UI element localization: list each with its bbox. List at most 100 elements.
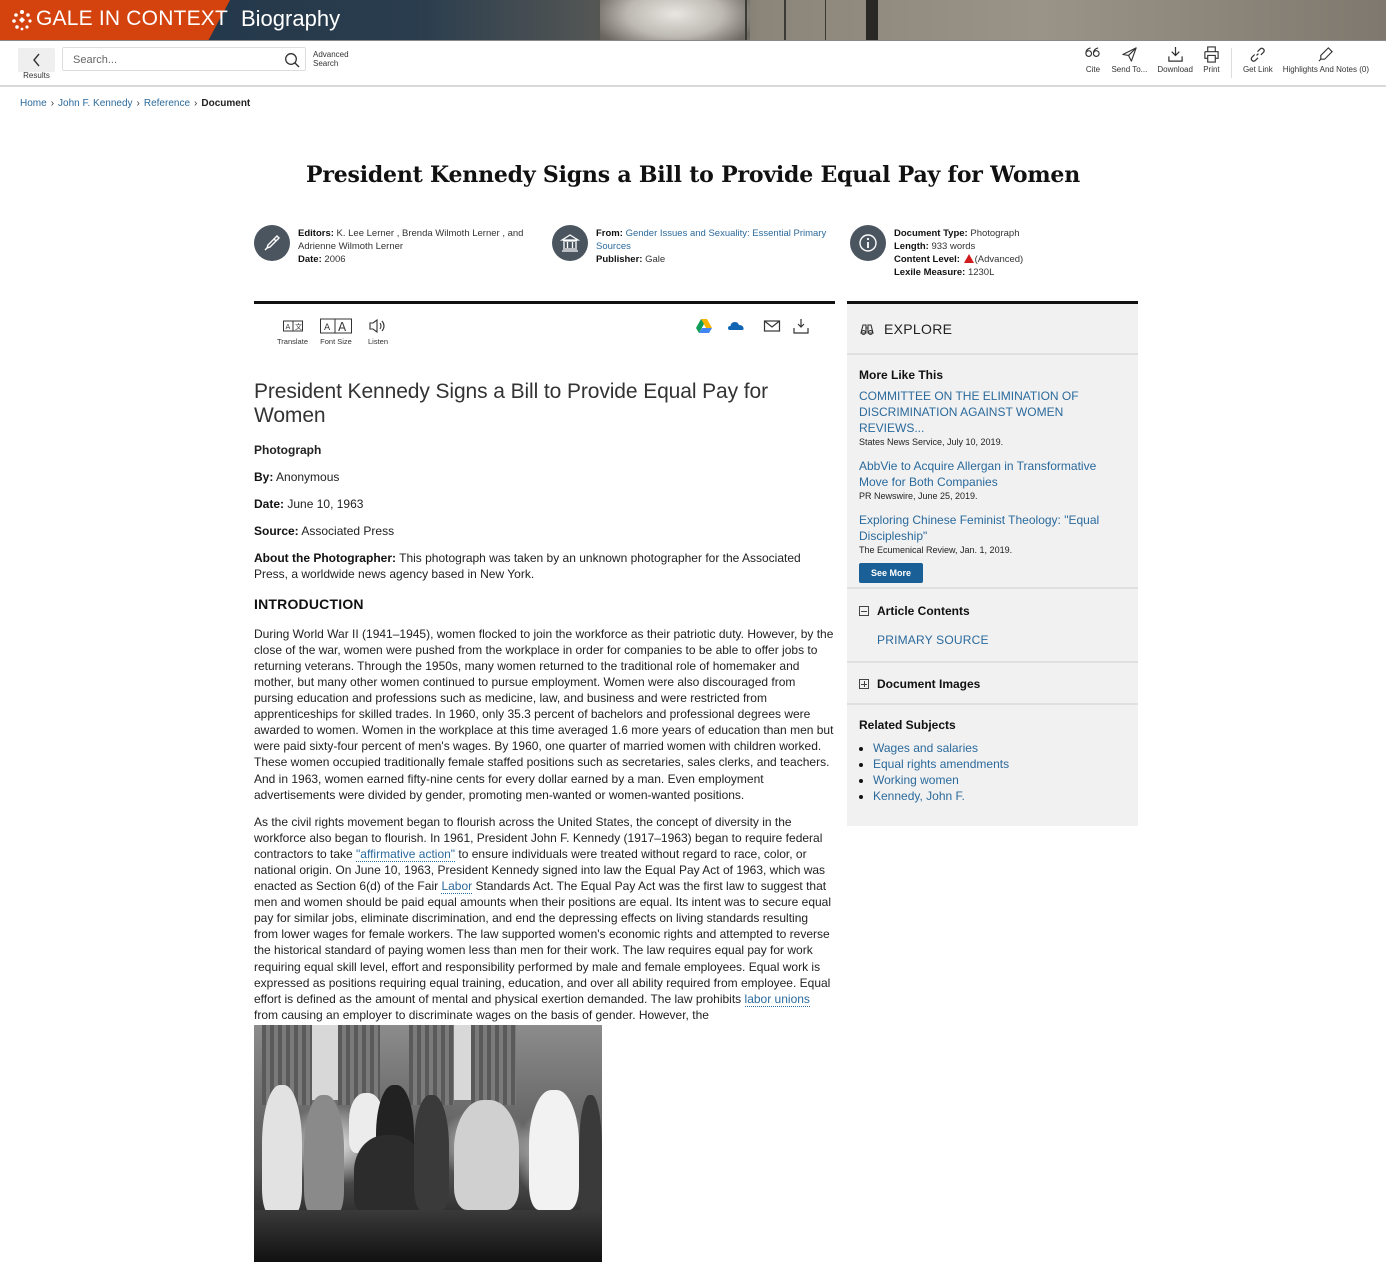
banner-pillar (784, 0, 786, 41)
breadcrumb-john-f-kennedy[interactable]: John F. Kennedy (58, 98, 133, 109)
breadcrumb-reference[interactable]: Reference (144, 98, 190, 109)
expand-icon[interactable] (859, 679, 869, 689)
search-input[interactable] (73, 51, 273, 68)
banner-pillar (825, 0, 826, 41)
listen-label: Listen (368, 337, 389, 346)
article-contents-heading[interactable]: Article Contents (877, 604, 970, 618)
section-name[interactable]: Biography (241, 6, 340, 32)
related-article-link[interactable]: Exploring Chinese Feminist Theology: "Eq… (859, 512, 1126, 544)
more-like-this-heading: More Like This (859, 368, 944, 382)
cite-button[interactable]: Cite (1079, 46, 1106, 74)
search-icon[interactable] (284, 52, 300, 68)
subject-item: Wages and salaries (873, 740, 1126, 756)
download-document-button[interactable] (792, 318, 810, 339)
send-to-label: Send To... (1111, 65, 1148, 74)
pen-icon (254, 225, 290, 261)
breadcrumb-home[interactable]: Home (20, 98, 47, 109)
collapse-icon[interactable] (859, 606, 869, 616)
advanced-search-link[interactable]: Advanced Search (313, 50, 358, 68)
binoculars-icon (860, 323, 874, 335)
brand-name[interactable]: GALE IN CONTEXT (36, 7, 228, 31)
translate-label: Translate (277, 337, 308, 346)
document-images: Document Images (847, 663, 1138, 705)
glossary-link-labor-unions[interactable]: labor unions (744, 991, 810, 1007)
from-line: From: Gender Issues and Sexuality: Essen… (596, 228, 827, 252)
photo-detail (471, 1024, 516, 1105)
email-button[interactable] (763, 318, 781, 339)
get-link-button[interactable]: Get Link (1238, 46, 1278, 74)
length-line: Length: 933 words (894, 241, 976, 252)
svg-text:A: A (285, 323, 290, 331)
subject-link[interactable]: Working women (873, 773, 959, 787)
highlights-notes-button[interactable]: Highlights And Notes (0) (1278, 46, 1374, 74)
meta-document-info: Document Type: Photograph Length: 933 wo… (850, 225, 1140, 279)
download-icon (1167, 46, 1183, 62)
article-contents: Article Contents PRIMARY SOURCE (847, 589, 1138, 663)
listen-button[interactable]: Listen (368, 318, 388, 346)
institution-icon (552, 225, 588, 261)
print-icon (1204, 46, 1219, 63)
photo-detail (414, 1094, 449, 1210)
chevron-right-icon: › (50, 98, 55, 109)
related-article: AbbVie to Acquire Allergan in Transforma… (859, 458, 1126, 501)
subject-link[interactable]: Wages and salaries (873, 741, 978, 755)
introduction-heading: INTRODUCTION (254, 595, 364, 612)
meta-editors: Editors: K. Lee Lerner , Brenda Wilmoth … (254, 225, 544, 266)
font-size-label: Font Size (320, 337, 352, 346)
gale-logo-icon[interactable] (11, 9, 33, 31)
print-button[interactable]: Print (1198, 46, 1225, 74)
doc-type-value: Photograph (970, 228, 1020, 239)
page-title: President Kennedy Signs a Bill to Provid… (305, 162, 1081, 188)
chevron-left-icon (32, 53, 40, 67)
back-to-results-button[interactable] (18, 48, 55, 72)
translate-button[interactable]: A文 Translate (277, 318, 308, 346)
translate-icon: A文 (282, 320, 303, 332)
related-article-link[interactable]: COMMITTEE ON THE ELIMINATION OF DISCRIMI… (859, 388, 1126, 436)
source-collection-link[interactable]: Gender Issues and Sexuality: Essential P… (596, 228, 826, 252)
subject-link[interactable]: Equal rights amendments (873, 757, 1009, 771)
quote-icon (1085, 47, 1101, 57)
length-value: 933 words (931, 241, 976, 252)
see-more-button[interactable]: See More (859, 563, 924, 583)
related-article: COMMITTEE ON THE ELIMINATION OF DISCRIMI… (859, 388, 1126, 447)
glossary-link-labor[interactable]: Labor (441, 879, 473, 895)
author-value: Anonymous (276, 470, 340, 485)
explore-title: EXPLORE (884, 320, 953, 337)
font-size-icon: AA (320, 318, 352, 334)
link-icon (1251, 47, 1266, 62)
explore-sidebar: EXPLORE More Like This COMMITTEE ON THE … (847, 301, 1138, 826)
google-drive-icon (696, 319, 712, 333)
article-date-value: June 10, 1963 (287, 497, 364, 512)
date-line: Date: 2006 (298, 254, 346, 265)
article-title: President Kennedy Signs a Bill to Provid… (254, 380, 768, 427)
onedrive-button[interactable] (727, 318, 745, 339)
publisher-line: Publisher: Gale (596, 254, 666, 265)
info-icon (850, 225, 886, 261)
photo-detail (304, 1094, 344, 1215)
back-label[interactable]: Results (18, 71, 55, 80)
document-images-heading[interactable]: Document Images (877, 677, 980, 691)
download-icon (793, 319, 809, 334)
related-article: Exploring Chinese Feminist Theology: "Eq… (859, 512, 1126, 555)
subject-link[interactable]: Kennedy, John F. (873, 789, 965, 803)
send-icon (1122, 47, 1137, 62)
download-button[interactable]: Download (1152, 46, 1198, 74)
glossary-link-affirmative-action[interactable]: "affirmative action" (356, 846, 456, 862)
onedrive-icon (728, 322, 744, 330)
get-link-label: Get Link (1242, 65, 1273, 74)
byline: By: Anonymous (254, 470, 340, 485)
intro-paragraph-2: As the civil rights movement began to fl… (254, 814, 832, 1022)
document-photo[interactable] (254, 1024, 602, 1262)
article-panel: A文 Translate AA Font Size Listen Preside… (254, 301, 835, 1262)
banner-pillar (866, 0, 878, 41)
related-article-link[interactable]: AbbVie to Acquire Allergan in Transforma… (859, 458, 1126, 490)
article-date: Date: June 10, 1963 (254, 497, 364, 512)
send-to-button[interactable]: Send To... (1106, 46, 1152, 74)
font-size-button[interactable]: AA Font Size (320, 318, 352, 346)
toolbar: Results Advanced Search Cite Send To... … (0, 41, 1386, 87)
lexile-line: Lexile Measure: 1230L (894, 267, 995, 278)
google-drive-button[interactable] (695, 318, 713, 339)
about-photographer: About the Photographer: This photograph … (254, 551, 801, 582)
subject-item: Working women (873, 772, 1126, 788)
article-contents-primary-source[interactable]: PRIMARY SOURCE (877, 633, 1126, 647)
